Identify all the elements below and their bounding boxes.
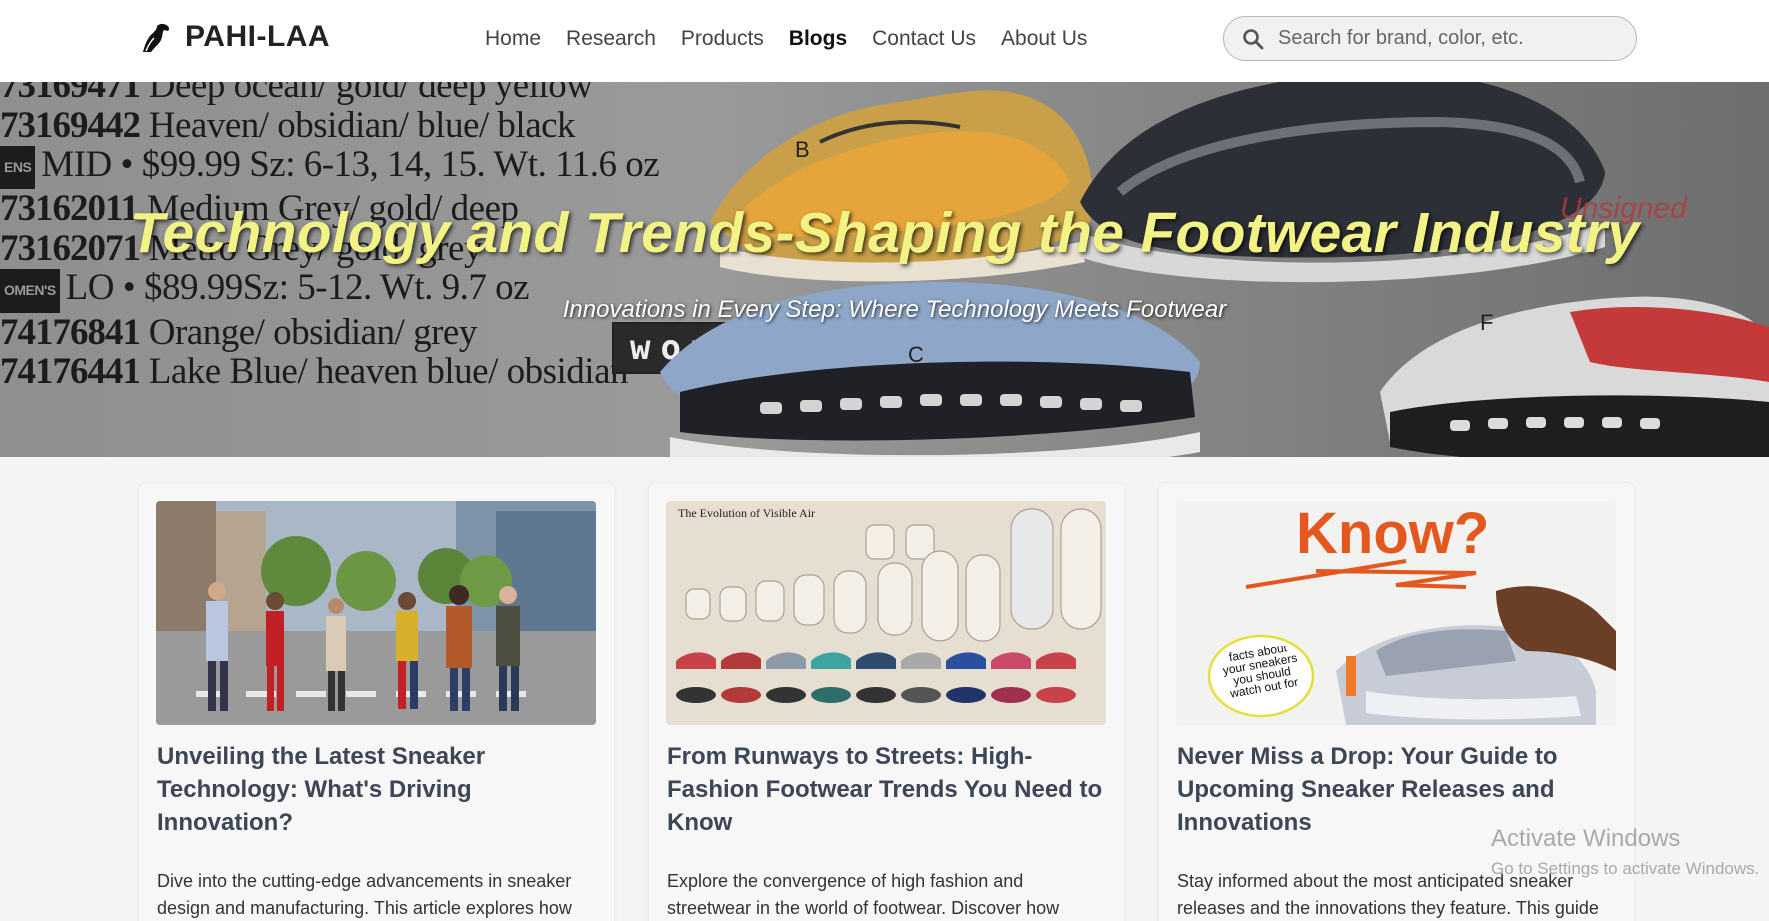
catalog-line: 73169471 Deep ocean/ gold/ deep yellow: [0, 82, 593, 106]
hero-subtitle: Innovations in Every Step: Where Technol…: [562, 296, 1227, 323]
card-title[interactable]: From Runways to Streets: High-Fashion Fo…: [667, 740, 1107, 839]
sneaker-image-red: [1380, 296, 1769, 457]
search-icon: [1243, 28, 1264, 49]
card-image-badge: facts about your sneakers you should wat…: [1221, 646, 1300, 701]
search-input[interactable]: [1278, 27, 1618, 50]
shoe-logo-icon: [143, 23, 170, 52]
main-nav: Home Research Products Blogs Contact Us …: [485, 27, 1087, 51]
nav-item-home[interactable]: Home: [485, 27, 541, 51]
watermark-line-1: Activate Windows: [1491, 825, 1681, 852]
blog-card[interactable]: Unveiling the Latest Sneaker Technology:…: [138, 482, 615, 921]
catalog-line: ENS MID • $99.99 Sz: 6-13, 14, 15. Wt. 11…: [0, 145, 660, 190]
card-image-heading: Know?: [1296, 501, 1489, 566]
watermark-line-2: Go to Settings to activate Windows.: [1491, 859, 1760, 878]
card-image-street-walkers[interactable]: [156, 501, 596, 725]
nav-item-contact-us[interactable]: Contact Us: [872, 27, 976, 51]
catalog-letter-c: C: [908, 342, 924, 367]
nav-item-about-us[interactable]: About Us: [1001, 27, 1087, 51]
brand-name: PAHI-LAA: [185, 20, 331, 53]
card-excerpt: Explore the convergence of high fashion …: [667, 871, 1060, 918]
nav-item-blogs[interactable]: Blogs: [789, 27, 847, 51]
card-image-visible-air-evolution[interactable]: The Evolution of Visible Air: [666, 501, 1106, 725]
hero-banner: 73169471 Deep ocean/ gold/ deep yellow 7…: [0, 82, 1769, 457]
card-title[interactable]: Unveiling the Latest Sneaker Technology:…: [157, 740, 597, 839]
nav-item-products[interactable]: Products: [681, 27, 764, 51]
site-header: PAHI-LAA Home Research Products Blogs Co…: [0, 0, 1769, 82]
blog-card[interactable]: The Evolution of Visible Air From Runway…: [648, 482, 1125, 921]
catalog-line: 74176441 Lake Blue/ heaven blue/ obsidia…: [0, 351, 629, 393]
card-image-did-you-know[interactable]: Know? facts about your sneakers you shou…: [1176, 501, 1616, 725]
brand-logo[interactable]: PAHI-LAA: [139, 20, 330, 54]
search-bar[interactable]: [1223, 16, 1637, 61]
os-activation-watermark: Activate Windows Go to Settings to activ…: [1491, 825, 1759, 879]
card-image-caption: The Evolution of Visible Air: [678, 506, 815, 520]
hero-title: Technology and Trends-Shaping the Footwe…: [129, 201, 1640, 265]
sneaker-image-blue: [660, 282, 1200, 457]
catalog-line: 73169442 Heaven/ obsidian/ blue/ black: [0, 104, 576, 146]
card-excerpt: Dive into the cutting-edge advancements …: [157, 871, 572, 918]
catalog-letter-b: B: [795, 137, 810, 162]
nav-item-research[interactable]: Research: [566, 27, 656, 51]
